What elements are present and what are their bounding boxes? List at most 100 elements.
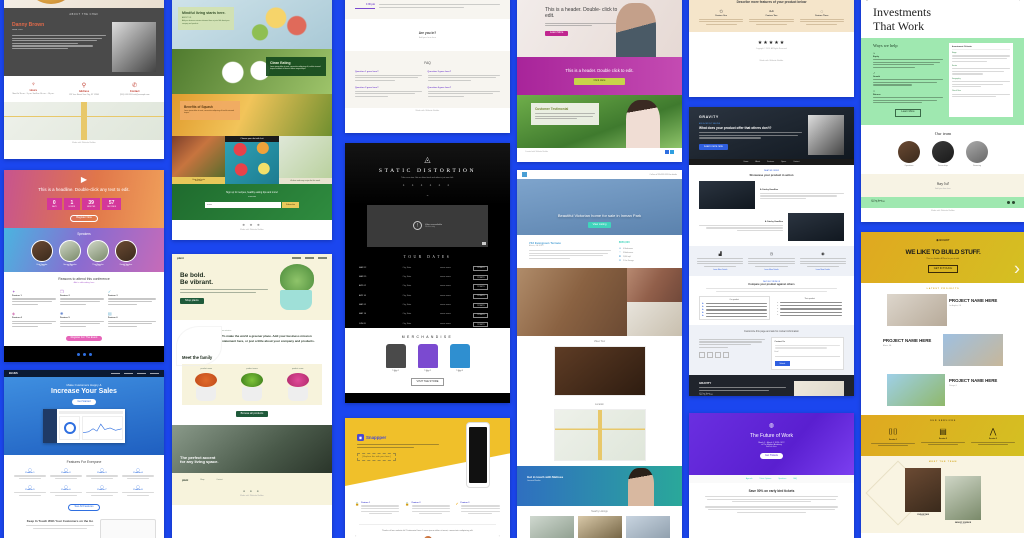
next-arrow-icon[interactable]: › (499, 533, 500, 538)
nav-links[interactable] (292, 257, 327, 259)
facebook-icon[interactable] (76, 352, 80, 356)
project-item[interactable]: PROJECT NAME HERE Atlanta, GA (861, 334, 1024, 368)
gravity-nav-link[interactable]: Specs (781, 161, 786, 163)
template-card-conference-event[interactable]: ▶ This is a headline. Double-click any t… (4, 170, 164, 362)
template-card-yoga-wellness[interactable]: yoga This is a header. Double- click to … (517, 0, 682, 162)
newsletter-subscribe-button[interactable]: Subscribe (282, 202, 299, 208)
product-item[interactable]: product name (231, 368, 274, 401)
facebook-icon[interactable] (1007, 200, 1010, 204)
submit-button[interactable]: Submit (774, 361, 791, 367)
twitter-icon[interactable] (707, 351, 713, 358)
template-card-restaurant-chef[interactable]: ABOUT THE CHEF Danny Brown Head Chef ♆ H… (4, 0, 164, 159)
template-card-real-estate[interactable]: Call us at 555-555-5555 for details Beau… (517, 170, 682, 538)
restaurant-map[interactable] (4, 102, 164, 140)
neighborhood-map[interactable] (553, 409, 646, 461)
twitter-icon[interactable] (670, 150, 674, 154)
feature-item: ✓ Feature 3 (107, 289, 156, 306)
next-page-arrow[interactable]: › (1014, 259, 1020, 280)
template-card-construction-firm[interactable]: ⬟ BUILDIT WE LIKE TO BUILD STUFF. This i… (861, 232, 1024, 538)
shop-plants-button[interactable]: Shop plants (180, 298, 204, 305)
video-tour-thumb[interactable] (553, 346, 646, 396)
conf-nav-link[interactable]: Speakers (778, 478, 786, 480)
browse-products-button[interactable]: Browse all products (235, 411, 269, 418)
speaker-item[interactable]: Second Speaker Job Title (59, 240, 81, 267)
tile-item[interactable]: A clean and easy recipe for this week (278, 136, 332, 184)
youtube-icon[interactable] (723, 351, 729, 358)
visit-store-button[interactable]: VISIT THE STORE (410, 378, 445, 387)
contact-socials[interactable] (699, 351, 765, 358)
facebook-icon[interactable] (699, 351, 705, 358)
facebook-icon[interactable] (664, 150, 669, 154)
team-member[interactable]: Financing (966, 140, 988, 167)
conf-nav-link[interactable]: Ticket Options (759, 478, 771, 480)
footer-mini-map[interactable] (794, 381, 844, 396)
learn-more-button[interactable]: Learn More (895, 108, 921, 117)
video-block[interactable]: ! Video unavailable Click to retry (367, 204, 488, 247)
twitter-icon[interactable] (82, 352, 86, 356)
get-tickets-button[interactable]: Get Tickets (760, 453, 783, 460)
nav-link[interactable]: Profile (983, 0, 988, 1)
template-card-band-static-distortion[interactable]: ◬ STATIC DISTORTION Take us on tour. Get… (345, 143, 510, 403)
speaker-item[interactable]: First Speaker Job Title (31, 240, 53, 267)
tile-item[interactable]: Choose your diet with fruit (225, 136, 279, 184)
get-started-button[interactable]: Get Started (72, 399, 96, 406)
photo-grid[interactable] (517, 268, 682, 336)
template-card-plant-shop[interactable]: plant Be bold. Be vibrant. Shop plants o… (172, 254, 332, 538)
project-item[interactable]: PROJECT NAME HERE Los Angeles, CA (861, 294, 1024, 328)
project-item[interactable]: PROJECT NAME HERE Chicago, IL (861, 374, 1024, 408)
conf-nav-link[interactable]: Agenda (746, 478, 753, 480)
gravity-nav-link[interactable]: Contact (793, 161, 799, 163)
play-button-icon[interactable]: ▶ (4, 170, 164, 184)
instagram-icon[interactable] (715, 351, 721, 358)
chevron-down-icon[interactable]: ⌄ (345, 192, 510, 197)
product-item[interactable]: product name (276, 368, 319, 401)
nav-links[interactable] (111, 372, 159, 375)
email-field[interactable] (774, 353, 840, 357)
template-card-product-features[interactable]: Feature One Feature Two Feature Three HO… (689, 0, 854, 97)
click-here-button[interactable]: Click Here (573, 78, 626, 85)
nearby-item[interactable]: 55 Peachtree CircleAtlanta, GA 30308 (529, 516, 574, 538)
template-card-gravity-product[interactable]: GRAVITY ADD A CATCHY TAGLINE What does y… (689, 107, 854, 396)
nav-link[interactable]: Blog (1016, 0, 1020, 1)
template-card-event-agenda[interactable]: Agenda 10:00 am 11:00 am 12:00 pm 1:00 p… (345, 0, 510, 133)
merch-item[interactable]: T-Shirt 2 $20 (417, 344, 438, 373)
prev-arrow-icon[interactable]: ‹ (355, 533, 356, 538)
twitter-icon[interactable] (1012, 200, 1015, 204)
conf-nav-link[interactable]: FAQ (793, 478, 797, 480)
gravity-nav-link[interactable]: Features (767, 161, 774, 163)
band-socials[interactable]: ✦ ✦ ✦ ✦ ✦ ✦ (345, 184, 510, 187)
footer-signup[interactable]: SIGN UP FOR FREE DOWNLOADS (345, 393, 510, 403)
speaker-item[interactable]: Fourth Speaker Job Title (115, 240, 137, 267)
gravity-nav-link[interactable]: About (755, 161, 760, 163)
learn-more-button[interactable]: Learn More (545, 30, 569, 37)
form-placeholder[interactable]: [ Replace this with your form ] (357, 453, 396, 462)
star-icon: ✦ (12, 289, 16, 294)
merch-item[interactable]: T-Shirt 3 $20 (449, 344, 470, 373)
register-button[interactable]: Register Now (70, 214, 98, 223)
nearby-item[interactable]: 1031 Ponce de LeonAtlanta, GA 30306 (577, 516, 622, 538)
newsletter-email-input[interactable] (205, 202, 282, 208)
team-member[interactable]: Partnerships (932, 140, 954, 167)
product-item[interactable]: product name (185, 368, 228, 401)
gravity-nav-link[interactable]: Home (744, 161, 749, 163)
learn-more-button[interactable]: Learn more now (699, 143, 728, 150)
merch-item[interactable]: T-Shirt 1 $20 (385, 344, 406, 373)
nearby-item[interactable]: 812 Virginia AveAtlanta, GA 30306 (625, 516, 670, 538)
team-member[interactable]: JOHN MCCAIN Founder (905, 467, 941, 525)
template-card-future-of-work[interactable]: ◍ The Future of Work March 1 - March 4, … (689, 413, 854, 538)
see-features-button[interactable]: See All Features (68, 503, 100, 512)
instagram-icon[interactable] (88, 352, 92, 356)
team-member[interactable]: SARA ST JOHNSON Architect (945, 475, 981, 525)
nav-link[interactable]: About Us (993, 0, 1000, 1)
team-member[interactable]: Operations (898, 140, 920, 167)
template-card-investments[interactable]: ⌂ Profile About Us Contact Blog Investme… (861, 0, 1024, 222)
speaker-item[interactable]: Third Speaker Job Title (87, 240, 109, 267)
template-card-healthy-food[interactable]: MS. Mindful living starts here. ABOUT US… (172, 0, 332, 240)
get-in-touch-button[interactable]: GET IN TOUCH (927, 265, 959, 274)
template-card-saas-sales[interactable]: BLUES Make Customers Happy & Increase Yo… (4, 370, 164, 538)
tile-item[interactable]: Keep food extra Read More (172, 136, 226, 184)
template-card-snappper-app[interactable]: ◉ Snappper [ Replace this with your form… (345, 418, 510, 538)
register-event-button[interactable]: Register For The Event (65, 335, 103, 342)
nav-link[interactable]: Contact (1005, 0, 1011, 1)
view-listing-button[interactable]: View Listing (587, 222, 612, 228)
